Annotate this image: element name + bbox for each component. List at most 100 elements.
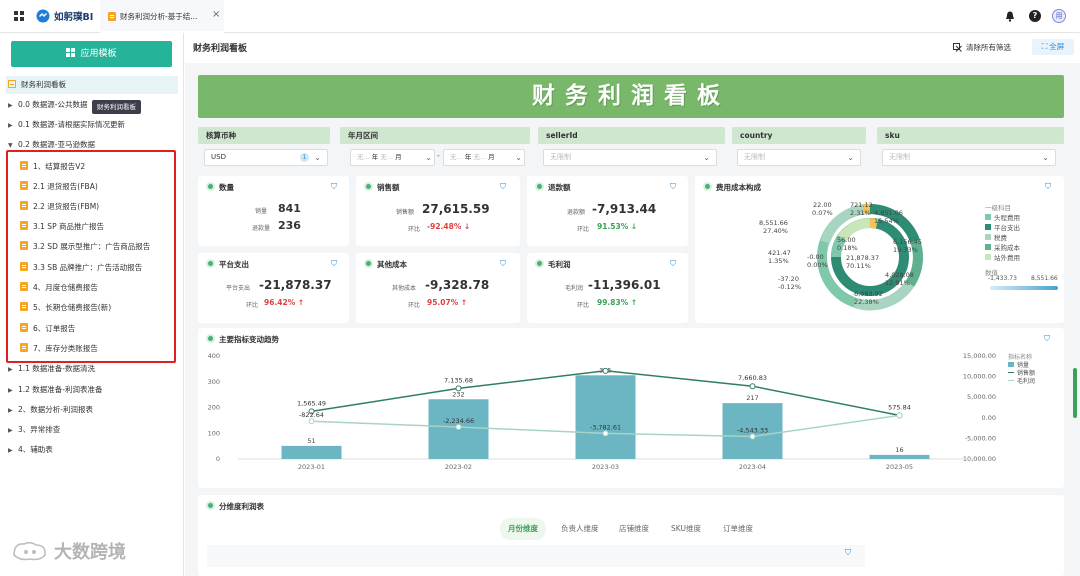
caret-right-icon: ▶ xyxy=(8,102,13,109)
tab-order-dimension[interactable]: 订单维度 xyxy=(715,518,761,540)
y-right-tick-label: -5,000.00 xyxy=(965,434,996,442)
tab-month-dimension[interactable]: 月份维度 xyxy=(500,518,546,540)
legend-item[interactable]: 采购成本 xyxy=(985,243,1020,253)
sidebar-item-report-4[interactable]: 4、月度仓储费报告 xyxy=(20,279,98,297)
sidebar-item-report-3-2[interactable]: 3.2 SD 展示型推广：广告商品报告 xyxy=(20,238,150,256)
kpi-label: 毛利润 xyxy=(565,285,584,292)
sidebar-item-report-1[interactable]: 1、结算报告V2 xyxy=(20,158,85,176)
filter-icon[interactable]: ⛉ xyxy=(670,259,676,269)
line-point xyxy=(749,433,756,440)
sidebar: 应用模板 财务利润看板 ▶ 0.0 数据源-公共数据 财务利润看板 ▶ 0.1 数据… xyxy=(0,33,184,576)
table-area xyxy=(207,545,865,567)
tab-title: 财务利润分析-基于结... xyxy=(120,12,198,21)
sidebar-item-report-7[interactable]: 7、库存分类账报告 xyxy=(20,340,98,358)
filter-icon[interactable]: ⛉ xyxy=(331,182,337,192)
kpi-label: 其他成本 xyxy=(392,285,417,292)
kpi-card-refund: 退款额 ⛉ 退款额 -7,913.44 环比 91.53% ↓ xyxy=(527,176,688,246)
sidebar-item-1-2[interactable]: ▶ 1.2 数据准备-利润表准备 xyxy=(8,381,103,399)
kpi-label: 环比 xyxy=(408,226,421,233)
scrollbar[interactable] xyxy=(1073,368,1077,418)
clear-filters-button[interactable]: 清除所有筛选 xyxy=(953,42,1011,53)
doc-icon xyxy=(20,323,28,332)
sku-select[interactable]: 无限制 ⌄ xyxy=(882,149,1056,166)
tab-owner-dimension[interactable]: 负责人维度 xyxy=(553,518,607,540)
x-tick-label: 2023-04 xyxy=(739,463,766,471)
trend-chart[interactable]: 400 300 200 100 0 15,000.00 10,000.00 5,000.00 0… xyxy=(198,328,1064,488)
sidebar-item-1-1[interactable]: ▶ 1.1 数据准备-数据清洗 xyxy=(8,360,95,378)
help-icon[interactable]: ? xyxy=(1029,10,1041,22)
sidebar-item-4[interactable]: ▶ 4、辅助表 xyxy=(8,441,53,459)
sidebar-item-dashboard-label: 财务利润看板 xyxy=(8,76,66,94)
filter-icon[interactable]: ⛉ xyxy=(500,259,506,269)
donut-label: 21,878.37 xyxy=(846,254,880,262)
apps-grid-icon[interactable] xyxy=(14,11,24,21)
avatar[interactable]: 用 xyxy=(1052,9,1066,23)
month-range-end[interactable]: 无... 年 无... 月 ⌄ xyxy=(443,149,525,166)
legend-item[interactable]: 站外费用 xyxy=(985,253,1020,263)
filter-icon[interactable]: ⛉ xyxy=(845,548,851,558)
donut-label: 4,851.06 xyxy=(874,209,903,217)
tab-active[interactable]: 财务利润分析-基于结... × xyxy=(100,0,224,33)
filter-icon[interactable]: ⛉ xyxy=(331,259,337,269)
kpi-title: 平台支出 xyxy=(208,259,249,270)
kpi-change: -92.48% ↓ xyxy=(427,222,471,231)
month-range-start[interactable]: 无... 年 无... 月 ⌄ xyxy=(350,149,435,166)
donut-label: -0.12% xyxy=(778,283,801,291)
donut-label: 22.38% xyxy=(854,298,879,306)
sidebar-item-report-3-1[interactable]: 3.1 SP 商品推广报告 xyxy=(20,218,104,236)
bar-data-label: 51 xyxy=(307,437,315,445)
legend-item[interactable]: 税费 xyxy=(985,233,1020,243)
line-point xyxy=(749,383,756,390)
caret-right-icon: ▶ xyxy=(8,447,13,454)
line-data-label: -3,782.61 xyxy=(590,423,621,431)
watermark-logo-icon xyxy=(13,541,46,561)
legend-item[interactable]: 平台支出 xyxy=(985,223,1020,233)
tab-close-icon[interactable]: × xyxy=(212,9,220,20)
tab-sku-dimension[interactable]: SKU维度 xyxy=(663,518,709,540)
logo-text: 如躬璞BI xyxy=(54,12,94,23)
country-select[interactable]: 无限制 ⌄ xyxy=(737,149,861,166)
line-data-label: -4,543.33 xyxy=(737,427,768,435)
bell-icon[interactable] xyxy=(1005,11,1015,24)
line-point xyxy=(602,367,609,374)
doc-icon xyxy=(20,241,28,250)
kpi-value: 27,615.59 xyxy=(422,202,490,216)
kpi-value: -21,878.37 xyxy=(259,278,332,292)
template-button-label: 应用模板 xyxy=(80,49,117,59)
fullscreen-button[interactable]: ⛶ 全屏 xyxy=(1032,39,1074,55)
sidebar-item-3[interactable]: ▶ 3、异常排查 xyxy=(8,421,60,439)
sidebar-item-report-3-3[interactable]: 3.3 SB 品牌推广：广告活动报告 xyxy=(20,259,142,277)
dashboard-banner: 财务利润看板 xyxy=(198,75,1064,118)
filter-icon[interactable]: ⛉ xyxy=(670,182,676,192)
kpi-card-quantity: 数量 ⛉ 销量 841 退款量 236 xyxy=(198,176,349,246)
sidebar-item-2[interactable]: ▶ 2、数据分析-利润报表 xyxy=(8,401,93,419)
filter-icon[interactable]: ⛉ xyxy=(1045,182,1051,192)
tab-shop-dimension[interactable]: 店铺维度 xyxy=(611,518,657,540)
seller-select[interactable]: 无限制 ⌄ xyxy=(543,149,717,166)
doc-icon xyxy=(20,262,28,271)
sidebar-item-report-2-1[interactable]: 2.1 退货报告(FBA) xyxy=(20,178,98,196)
kpi-label: 环比 xyxy=(577,226,590,233)
kpi-label: 退款量 xyxy=(252,225,271,232)
filter-label-sku: sku xyxy=(877,127,1064,144)
range-slider[interactable] xyxy=(990,286,1058,290)
line-data-label: 7,135.68 xyxy=(444,376,473,384)
trend-card: 主要指标变动趋势 ⛉ 指标名称 销量 销售额 毛利润 400 300 200 100 0… xyxy=(198,328,1064,488)
currency-select[interactable]: USD 1 ⌄ xyxy=(204,149,328,166)
main-area: 财务利润看板 清除所有筛选 ⛶ 全屏 财务利润看板 核算币种 年月区间 selle… xyxy=(185,33,1080,576)
doc-icon xyxy=(20,221,28,230)
sidebar-item-0-1[interactable]: ▶ 0.1 数据源-请根据实际情况更新 xyxy=(8,116,125,134)
donut-label: 0.07% xyxy=(812,209,833,217)
filter-icon[interactable]: ⛉ xyxy=(500,182,506,192)
legend-item[interactable]: 头程费用 xyxy=(985,213,1020,223)
bar xyxy=(281,445,342,459)
kpi-label: 环比 xyxy=(408,302,421,309)
sidebar-item-report-6[interactable]: 6、订单报告 xyxy=(20,320,75,338)
sidebar-item-0-0[interactable]: ▶ 0.0 数据源-公共数据 xyxy=(8,96,88,114)
template-button[interactable]: 应用模板 xyxy=(11,41,172,67)
bar-data-label: 16 xyxy=(895,446,903,454)
sidebar-item-report-2-2[interactable]: 2.2 退货报告(FBM) xyxy=(20,198,99,216)
watermark-text: 大数跨境 xyxy=(54,542,126,563)
chevron-down-icon: ⌄ xyxy=(314,153,321,162)
sidebar-item-report-5[interactable]: 5、长期仓储费报告(新) xyxy=(20,299,111,317)
